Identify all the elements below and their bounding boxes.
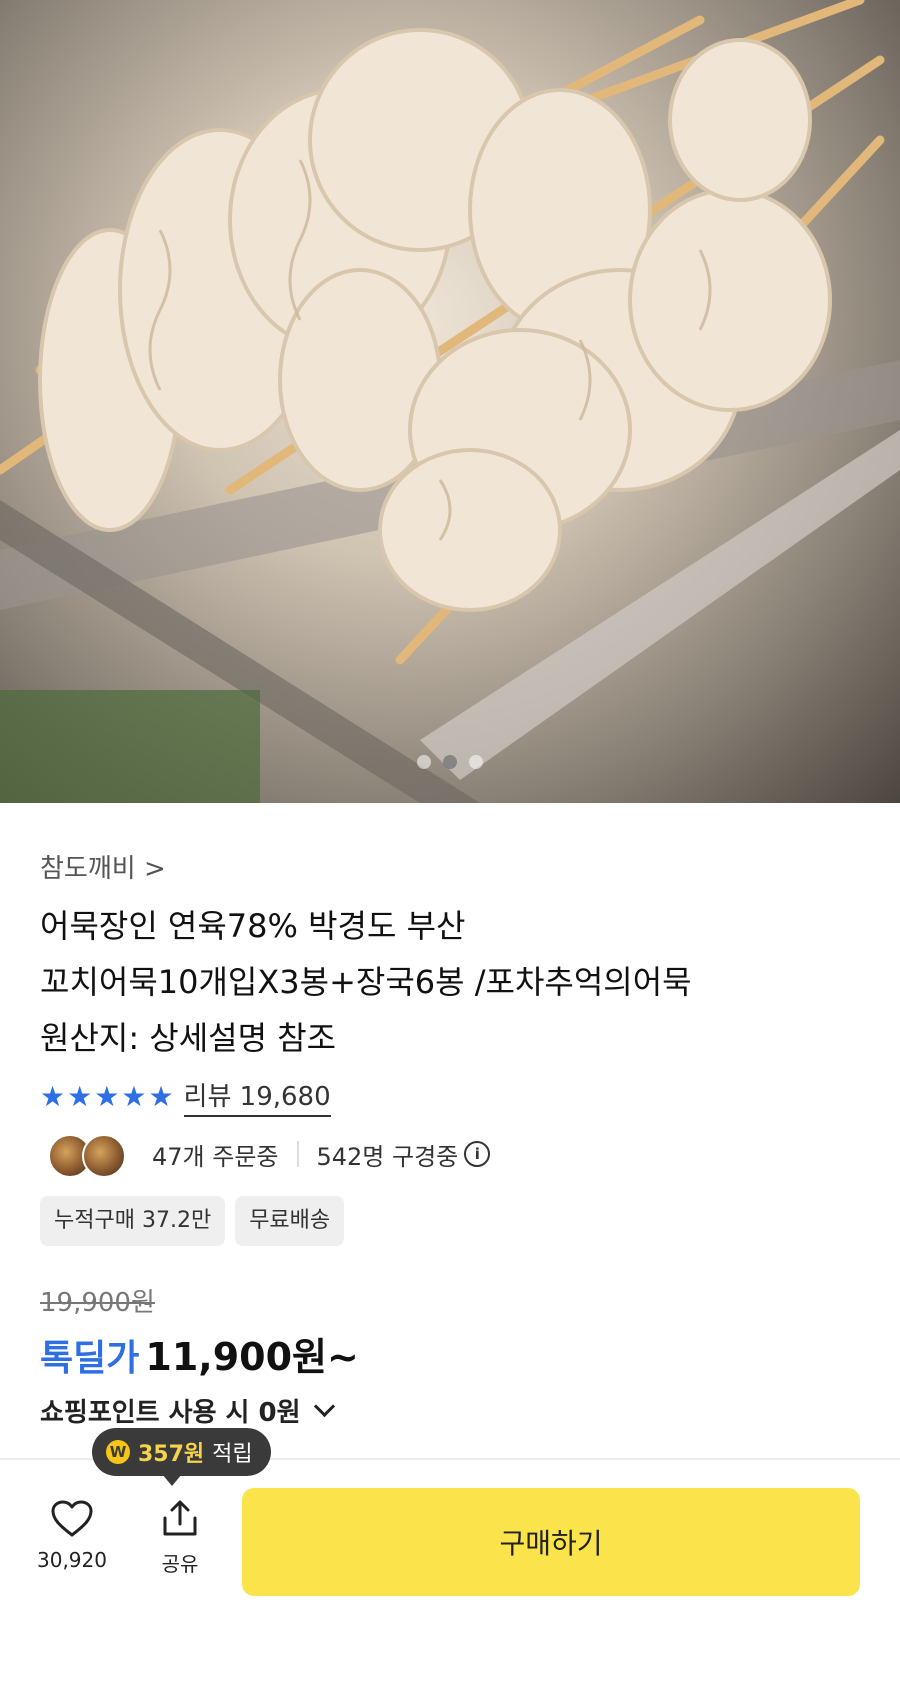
star-icon: ★ — [94, 1079, 120, 1113]
like-button[interactable]: 30,920 — [30, 1500, 114, 1572]
orders-count: 47개 주문중 — [152, 1142, 279, 1171]
reward-tooltip: W 357원 적립 — [92, 1428, 271, 1486]
share-label: 공유 — [161, 1552, 199, 1576]
product-photo — [0, 0, 900, 803]
star-icon: ★ — [40, 1079, 66, 1113]
gallery-dot-active[interactable] — [443, 755, 457, 769]
review-count-link[interactable]: 리뷰 19,680 — [183, 1076, 331, 1117]
product-image-gallery[interactable] — [0, 0, 900, 803]
coin-icon: W — [106, 1440, 130, 1464]
heart-icon — [51, 1500, 93, 1537]
title-line: 어묵장인 연육78% 박경도 부산 — [40, 907, 466, 945]
activity-info: 47개 주문중 542명 구경중 i — [48, 1132, 491, 1178]
seller-name: 참도깨비 > — [40, 854, 166, 884]
gallery-dot[interactable] — [417, 755, 431, 769]
tag-free-shipping: 무료배송 — [235, 1196, 345, 1246]
price-row: 톡딜가 11,900원~ — [40, 1326, 359, 1381]
gallery-dot[interactable] — [469, 755, 483, 769]
like-count: 30,920 — [37, 1548, 107, 1572]
original-price: 19,900원 — [40, 1288, 155, 1318]
points-text: 쇼핑포인트 사용 시 0원 — [40, 1398, 301, 1428]
seller-link[interactable]: 참도깨비 > — [40, 848, 166, 885]
title-line: 원산지: 상세설명 참조 — [40, 1019, 337, 1057]
shopping-points-toggle[interactable]: 쇼핑포인트 사용 시 0원 — [40, 1392, 335, 1429]
divider — [296, 1141, 299, 1167]
title-line: 꼬치어묵10개입X3봉+장국6봉 /포차추억의어묵 — [40, 963, 692, 1001]
star-icon: ★ — [67, 1079, 93, 1113]
gallery-indicator — [0, 755, 900, 769]
reward-amount: 357원 — [138, 1442, 205, 1467]
viewers-count: 542명 구경중 — [316, 1142, 459, 1171]
buy-button[interactable]: 구매하기 — [242, 1488, 860, 1596]
share-button[interactable]: 공유 — [140, 1500, 220, 1577]
product-title: 어묵장인 연육78% 박경도 부산 꼬치어묵10개입X3봉+장국6봉 /포차추억… — [40, 898, 860, 1066]
deal-label: 톡딜가 — [40, 1338, 140, 1379]
product-tags: 누적구매 37.2만 무료배송 — [40, 1196, 345, 1246]
star-icon: ★ — [148, 1079, 174, 1113]
sale-price: 11,900원~ — [145, 1335, 359, 1379]
share-icon — [163, 1500, 197, 1536]
star-rating: ★ ★ ★ ★ ★ — [40, 1079, 174, 1113]
info-icon[interactable]: i — [464, 1141, 491, 1167]
star-icon: ★ — [121, 1079, 147, 1113]
tag-cumulative-sales: 누적구매 37.2만 — [40, 1196, 226, 1246]
review-summary[interactable]: ★ ★ ★ ★ ★ 리뷰 19,680 — [40, 1076, 331, 1117]
buyer-avatars — [48, 1132, 126, 1178]
avatar — [82, 1134, 126, 1178]
chevron-down-icon — [313, 1395, 335, 1418]
reward-label: 적립 — [212, 1442, 253, 1467]
